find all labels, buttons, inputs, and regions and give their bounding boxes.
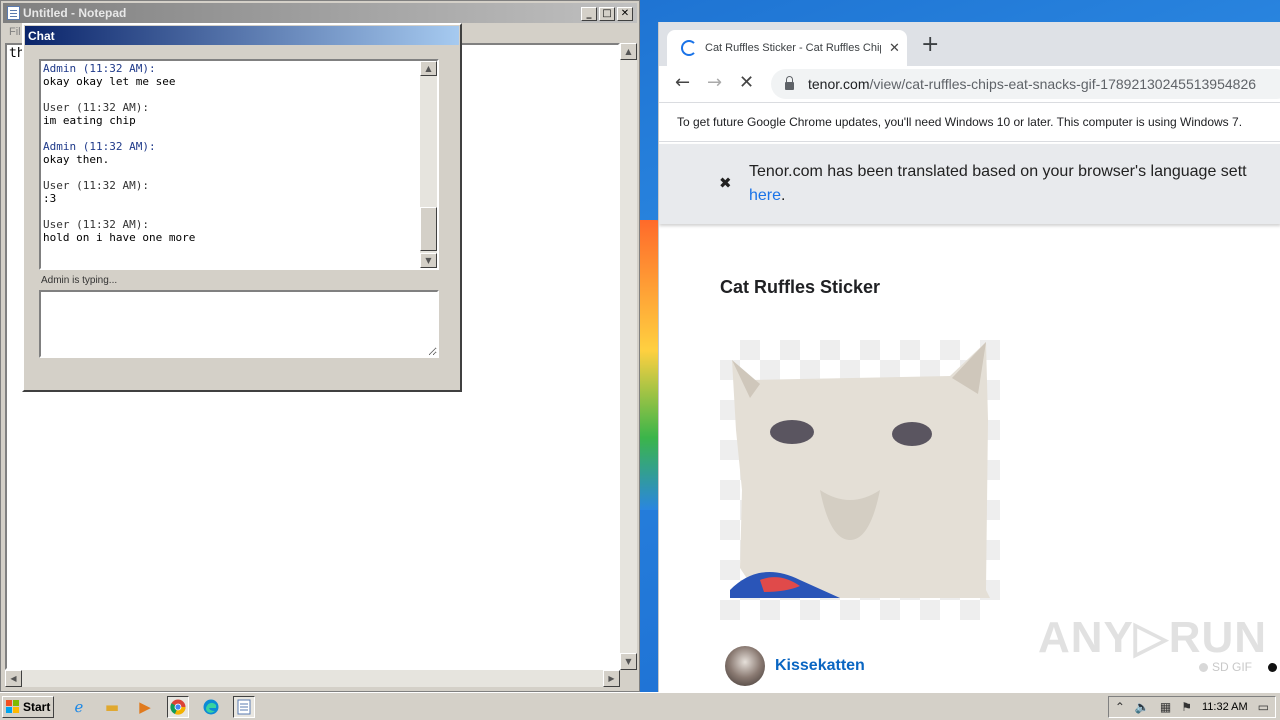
- minimize-button[interactable]: _: [581, 7, 597, 21]
- url-host: tenor.com: [808, 76, 870, 92]
- back-arrow-icon[interactable]: ←: [675, 73, 690, 93]
- chat-message: User (11:32 AM): hold on i have one more: [43, 218, 421, 244]
- browser-window[interactable]: Cat Ruffles Sticker - Cat Ruffles Chips …: [658, 22, 1280, 692]
- system-tray: ⌃ 🔈 ▦ ⚑ 11:32 AM ▭: [1107, 696, 1276, 718]
- lock-icon[interactable]: [785, 76, 794, 90]
- loading-spinner-icon: [681, 40, 697, 56]
- action-center-flag-icon[interactable]: ⚑: [1181, 700, 1192, 714]
- clock[interactable]: 11:32 AM: [1202, 701, 1248, 713]
- ie-icon[interactable]: ℯ: [68, 696, 90, 718]
- chat-message: Admin (11:32 AM): okay okay let me see: [43, 62, 421, 88]
- scroll-down-icon[interactable]: ▼: [420, 253, 437, 268]
- browser-toolbar: ← → ✕ tenor.com/view/cat-ruffles-chips-e…: [659, 66, 1280, 102]
- quick-launch: ℯ ▬ ▶: [68, 696, 255, 718]
- scroll-up-icon[interactable]: ▲: [420, 61, 437, 76]
- scroll-right-icon[interactable]: ▶: [603, 670, 620, 687]
- page-title: Cat Ruffles Sticker: [720, 277, 881, 297]
- scroll-left-icon[interactable]: ◀: [5, 670, 22, 687]
- tab-title: Cat Ruffles Sticker - Cat Ruffles Chips: [705, 42, 881, 54]
- close-icon[interactable]: ✖: [719, 174, 732, 192]
- avatar[interactable]: [725, 646, 765, 686]
- chat-titlebar[interactable]: Chat: [25, 26, 459, 45]
- anyrun-watermark: ANY▷RUN: [1038, 613, 1268, 662]
- update-infobar: To get future Google Chrome updates, you…: [659, 102, 1280, 142]
- message-text: hold on i have one more: [43, 231, 196, 244]
- message-header: User (11:32 AM):: [43, 101, 149, 114]
- windows-flag-icon: [6, 700, 20, 714]
- translate-message: Tenor.com has been translated based on y…: [749, 160, 1280, 208]
- chat-message: User (11:32 AM): :3: [43, 179, 421, 205]
- notepad-titlebar[interactable]: Untitled - Notepad _ □ ✕: [3, 3, 637, 23]
- chat-messages: Admin (11:32 AM): okay okay let me see U…: [43, 62, 421, 257]
- scroll-up-icon[interactable]: ▲: [620, 43, 637, 60]
- tab-cat-ruffles[interactable]: Cat Ruffles Sticker - Cat Ruffles Chips …: [667, 30, 907, 66]
- message-text: :3: [43, 192, 57, 205]
- notepad-title: Untitled - Notepad: [23, 6, 127, 20]
- translate-banner: ✖ Tenor.com has been translated based on…: [659, 144, 1280, 224]
- toggle-dot-icon: [1268, 662, 1278, 672]
- show-hidden-icons-icon[interactable]: ⌃: [1115, 700, 1125, 714]
- message-header: Admin (11:32 AM):: [43, 140, 156, 153]
- author-link[interactable]: Kissekatten: [775, 657, 865, 675]
- notepad-vertical-scrollbar[interactable]: ▲ ▼: [620, 43, 637, 670]
- chat-window[interactable]: Chat Admin (11:32 AM): okay okay let me …: [22, 23, 462, 392]
- toggle-dot-icon: [1199, 662, 1208, 672]
- notepad-icon: [7, 6, 20, 20]
- media-player-icon[interactable]: ▶: [134, 696, 156, 718]
- forward-arrow-icon[interactable]: →: [707, 73, 722, 93]
- volume-icon[interactable]: 🔈: [1135, 700, 1150, 714]
- sticker-image[interactable]: [720, 340, 1000, 620]
- chat-log[interactable]: Admin (11:32 AM): okay okay let me see U…: [39, 59, 439, 270]
- new-tab-icon[interactable]: +: [921, 34, 939, 56]
- explorer-icon[interactable]: ▬: [101, 696, 123, 718]
- maximize-button[interactable]: □: [599, 7, 615, 21]
- message-header: User (11:32 AM):: [43, 179, 149, 192]
- network-icon[interactable]: ▦: [1160, 700, 1171, 714]
- close-tab-icon[interactable]: ✕: [889, 40, 900, 56]
- stop-loading-icon[interactable]: ✕: [739, 73, 754, 93]
- scroll-down-icon[interactable]: ▼: [620, 653, 637, 670]
- message-text: okay okay let me see: [43, 75, 176, 88]
- edge-icon[interactable]: [200, 696, 222, 718]
- message-text: im eating chip: [43, 114, 136, 127]
- translate-settings-link[interactable]: here: [749, 187, 781, 204]
- tab-strip: Cat Ruffles Sticker - Cat Ruffles Chips …: [659, 22, 1280, 66]
- chrome-icon[interactable]: [167, 696, 189, 718]
- translate-text: Tenor.com has been translated based on y…: [749, 163, 1247, 180]
- start-label: Start: [23, 700, 51, 714]
- message-text: okay then.: [43, 153, 110, 166]
- close-button[interactable]: ✕: [617, 7, 633, 21]
- message-header: User (11:32 AM):: [43, 218, 149, 231]
- start-button[interactable]: Start: [2, 696, 54, 718]
- chat-message: Admin (11:32 AM): okay then.: [43, 140, 421, 166]
- cat-sticker-graphic: [730, 342, 990, 598]
- message-header: Admin (11:32 AM):: [43, 62, 156, 75]
- typing-status: Admin is typing...: [41, 275, 118, 286]
- chat-message: User (11:32 AM): im eating chip: [43, 101, 421, 127]
- notepad-icon[interactable]: [233, 696, 255, 718]
- notepad-horizontal-scrollbar[interactable]: ◀ ▶: [5, 670, 620, 687]
- show-desktop-icon[interactable]: ▭: [1258, 700, 1269, 714]
- author-row[interactable]: Kissekatten: [725, 646, 865, 686]
- chat-scrollbar[interactable]: ▲ ▼: [420, 61, 437, 268]
- url-path: /view/cat-ruffles-chips-eat-snacks-gif-1…: [869, 76, 1257, 92]
- taskbar: Start ℯ ▬ ▶ ⌃ 🔈 ▦ ⚑ 11:32 AM ▭: [0, 692, 1280, 720]
- address-bar[interactable]: tenor.com/view/cat-ruffles-chips-eat-sna…: [771, 69, 1280, 99]
- translate-suffix: .: [781, 187, 786, 204]
- chat-input[interactable]: [39, 290, 439, 358]
- scroll-thumb[interactable]: [420, 207, 437, 251]
